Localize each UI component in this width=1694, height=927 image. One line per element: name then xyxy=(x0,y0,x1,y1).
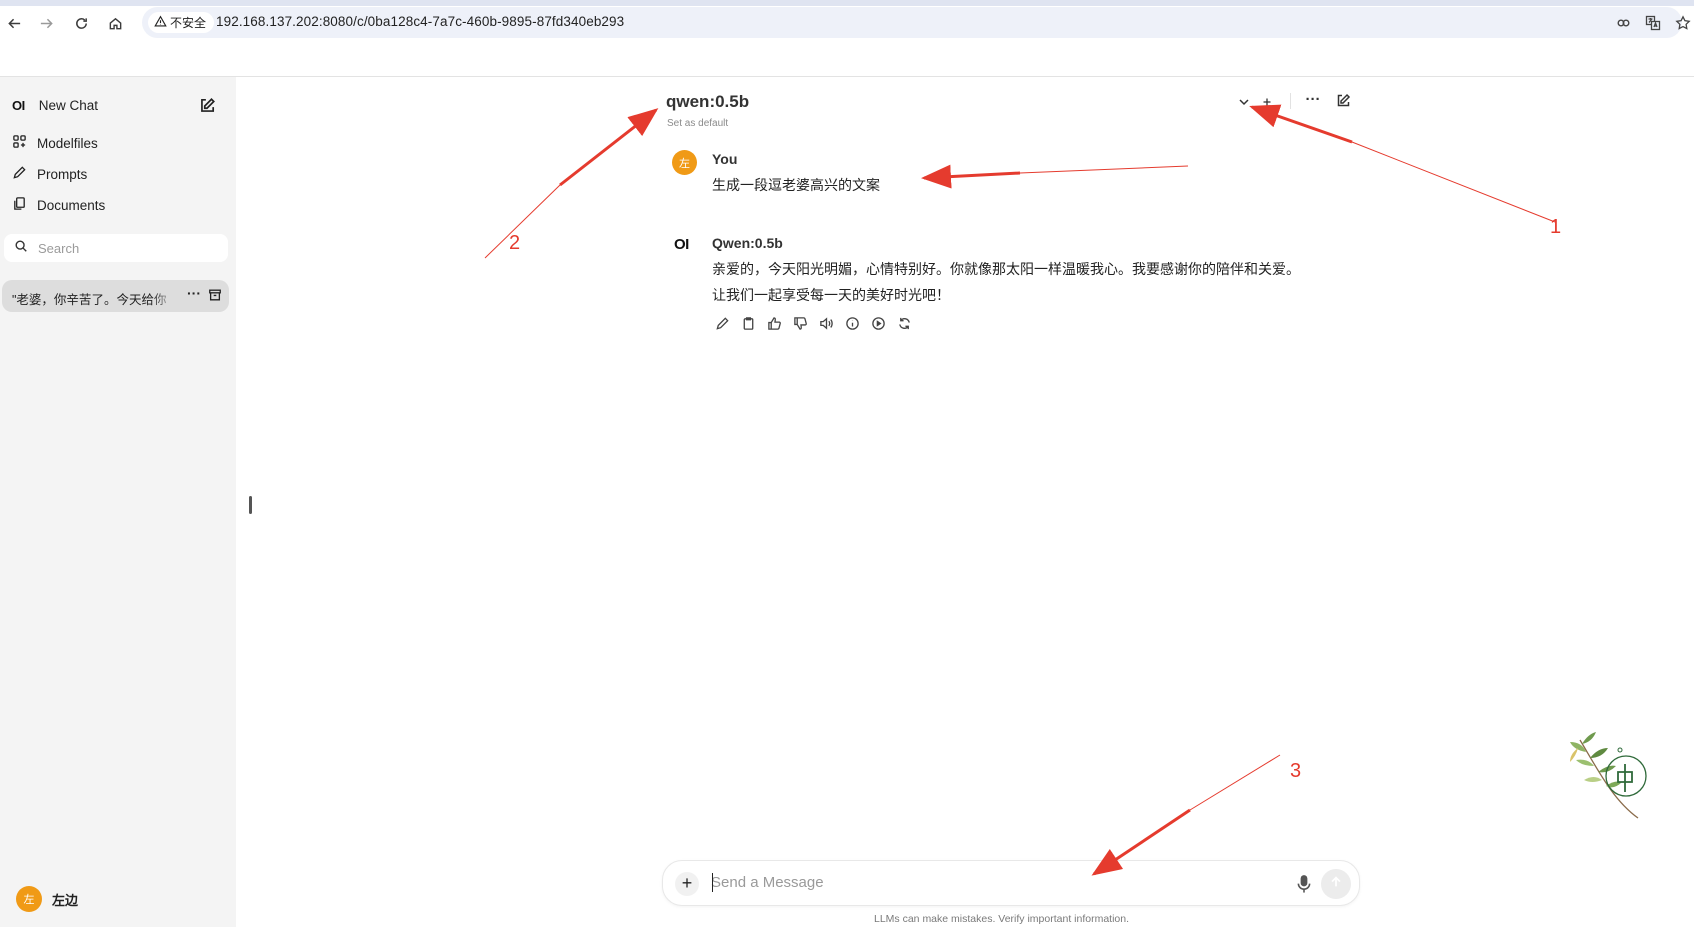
text-cursor xyxy=(712,873,713,892)
sidebar-item-label: Modelfiles xyxy=(37,135,98,151)
more-options-button[interactable]: ··· xyxy=(1304,90,1322,108)
sidebar-item-documents[interactable]: Documents xyxy=(12,196,105,214)
chrome-divider xyxy=(0,76,1694,77)
regenerate-icon[interactable] xyxy=(896,315,912,331)
home-icon[interactable] xyxy=(105,13,125,33)
assistant-message-line: 亲爱的，今天阳光明媚，心情特别好。你就像那太阳一样温暖我心。我要感谢你的陪伴和关… xyxy=(712,261,1300,277)
archive-icon[interactable] xyxy=(208,288,222,302)
sidebar-resize-handle[interactable] xyxy=(249,496,252,514)
forward-icon[interactable] xyxy=(36,13,56,33)
search-box[interactable] xyxy=(4,234,228,262)
search-icon xyxy=(14,239,28,258)
tab-strip-edge xyxy=(0,0,1694,6)
user-message-name: You xyxy=(712,151,738,167)
annotation-arrow-3-tail xyxy=(1189,754,1281,811)
user-avatar: 左 xyxy=(672,150,697,175)
annotation-arrow-2 xyxy=(559,108,659,187)
assistant-avatar: OI xyxy=(674,236,689,253)
url-text[interactable]: 192.168.137.202:8080/c/0ba128c4-7a7c-460… xyxy=(216,14,624,29)
chat-title: "老婆，你辛苦了。今天给你 xyxy=(12,293,167,307)
header-divider xyxy=(1290,93,1291,109)
set-default-link[interactable]: Set as default xyxy=(667,118,728,129)
warning-icon xyxy=(154,14,167,31)
copy-icon[interactable] xyxy=(740,315,756,331)
browser-toolbar: 不安全 192.168.137.202:8080/c/0ba128c4-7a7c… xyxy=(0,0,1694,45)
message-composer: + xyxy=(662,860,1360,906)
edit-icon[interactable] xyxy=(714,315,730,331)
sidebar-item-label: Documents xyxy=(37,197,106,213)
avatar: 左 xyxy=(16,886,42,912)
app-logo: OI xyxy=(12,98,25,113)
annotation-arrow-1-tail xyxy=(1251,106,1556,223)
user-menu[interactable]: 左 左边 xyxy=(16,886,78,912)
user-message-text: 生成一段逗老婆高兴的文案 xyxy=(712,177,880,193)
read-aloud-icon[interactable] xyxy=(818,315,834,331)
assistant-message-line: 让我们一起享受每一天的美好时光吧！ xyxy=(712,287,950,303)
sidebar-item-label: Prompts xyxy=(37,166,88,182)
chat-more-button[interactable]: ··· xyxy=(186,286,202,303)
bamboo-seal-decoration xyxy=(1570,732,1647,819)
chevron-down-icon[interactable] xyxy=(1235,93,1253,111)
sidebar: OI New Chat Modelfiles Prompts Documents… xyxy=(0,77,236,927)
documents-icon xyxy=(12,196,27,214)
new-chat-label: New Chat xyxy=(38,98,99,113)
thumbs-up-icon[interactable] xyxy=(766,315,782,331)
annotation-label-1: 1 xyxy=(1550,216,1562,238)
annotation-arrow-1 xyxy=(1249,104,1353,144)
info-icon[interactable] xyxy=(844,315,860,331)
security-label: 不安全 xyxy=(170,16,207,30)
password-key-icon[interactable] xyxy=(1615,14,1633,32)
address-bar[interactable]: 不安全 192.168.137.202:8080/c/0ba128c4-7a7c… xyxy=(142,7,1691,38)
send-button[interactable] xyxy=(1321,869,1351,899)
annotation-arrow-msg-tail xyxy=(1019,165,1189,174)
model-selector[interactable]: qwen:0.5b xyxy=(666,92,749,112)
attach-button[interactable]: + xyxy=(675,872,699,896)
message-input[interactable] xyxy=(711,874,1271,891)
compose-icon[interactable] xyxy=(198,97,216,115)
annotation-label-2: 2 xyxy=(509,232,521,254)
continue-icon[interactable] xyxy=(870,315,886,331)
back-icon[interactable] xyxy=(4,13,24,33)
reload-icon[interactable] xyxy=(71,13,91,33)
modelfiles-icon xyxy=(12,134,27,152)
sidebar-item-prompts[interactable]: Prompts xyxy=(12,165,87,183)
translate-icon[interactable] xyxy=(1644,14,1662,32)
user-name: 左边 xyxy=(52,892,79,908)
pencil-icon xyxy=(12,165,27,183)
add-model-icon[interactable] xyxy=(1258,93,1276,111)
annotation-label-3: 3 xyxy=(1290,760,1302,782)
message-action-bar xyxy=(714,315,912,331)
new-chat-edit-icon[interactable] xyxy=(1334,92,1352,110)
bookmark-star-icon[interactable] xyxy=(1674,14,1692,32)
assistant-message-name: Qwen:0.5b xyxy=(712,235,783,251)
thumbs-down-icon[interactable] xyxy=(792,315,808,331)
annotation-arrow-2-tail xyxy=(484,184,561,259)
annotation-arrow-msg xyxy=(921,164,1021,189)
disclaimer-text: LLMs can make mistakes. Verify important… xyxy=(874,913,1130,925)
search-input[interactable] xyxy=(38,240,208,256)
sidebar-item-modelfiles[interactable]: Modelfiles xyxy=(12,134,98,152)
chat-history-item[interactable]: "老婆，你辛苦了。今天给你 ··· xyxy=(2,280,229,312)
new-chat-button[interactable]: OI New Chat xyxy=(12,98,98,113)
security-chip[interactable]: 不安全 xyxy=(148,12,215,33)
microphone-icon[interactable] xyxy=(1295,874,1313,894)
arrow-up-icon xyxy=(1329,875,1343,894)
annotation-overlay xyxy=(484,104,1556,876)
